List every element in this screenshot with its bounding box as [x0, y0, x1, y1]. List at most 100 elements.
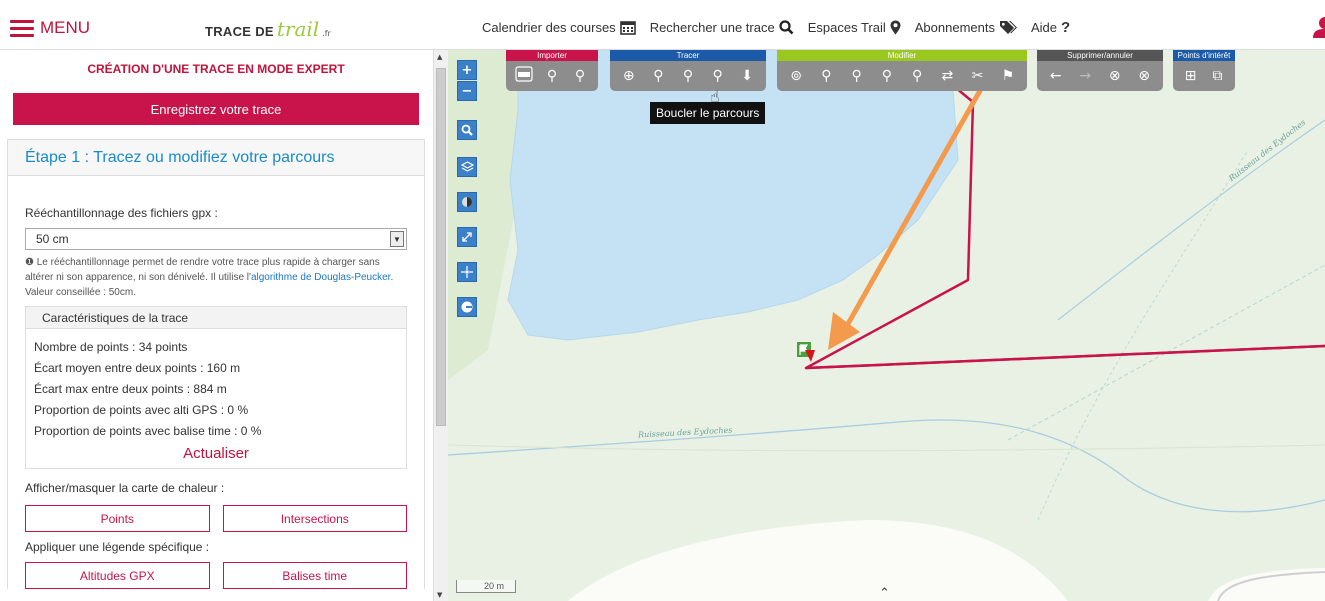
collapse-button[interactable] — [457, 297, 477, 317]
menu-button[interactable]: MENU — [10, 18, 90, 38]
loop-tooltip: Boucler le parcours — [650, 102, 766, 124]
stat-max-gap: Écart max entre deux points : 884 m — [34, 382, 227, 396]
loop-route-icon[interactable]: ⚲ — [707, 68, 729, 84]
zoom-out-button[interactable]: − — [457, 81, 477, 101]
toolbar-modifier: Modifier ⊚ ⚲ ⚲ ⚲ ⚲ ⇄ ✂ ⚑ — [777, 50, 1027, 91]
import-pins-icon[interactable]: ⚲ — [541, 68, 563, 84]
toolbar-tracer: Tracer ⊕ ⚲ ⚲ ⚲ ⬇ — [610, 50, 766, 91]
map-canvas[interactable]: Ruisseau des Eydoches Ruisseau des Eydoc… — [448, 50, 1325, 601]
chevron-down-icon: ▼ — [390, 231, 404, 247]
nav-rechercher-label: Rechercher une trace — [649, 20, 775, 35]
map-scale: 20 m — [456, 580, 516, 593]
zoom-in-button[interactable]: + — [457, 60, 477, 80]
poi-edit-icon[interactable]: ⧉ — [1207, 68, 1229, 84]
search-icon — [461, 124, 473, 136]
site-logo[interactable]: TRACE DE trail .fr — [205, 17, 331, 41]
refresh-link[interactable]: Actualiser — [34, 442, 398, 464]
edit-6-icon[interactable]: ⇄ — [936, 68, 958, 84]
save-trace-button[interactable]: Enregistrez votre trace — [13, 93, 419, 125]
edit-8-icon[interactable]: ⚑ — [997, 68, 1019, 84]
chevron-up-double-icon[interactable]: ⌃ — [879, 586, 890, 601]
delete-pins-icon[interactable]: ⊗ — [1104, 68, 1126, 84]
poi-add-icon[interactable]: ⊞ — [1180, 68, 1202, 84]
toolbar-poi-title: Points d'intérêt — [1173, 50, 1235, 61]
legend-time-button[interactable]: Balises time — [222, 562, 407, 589]
undo-icon[interactable]: ← — [1045, 68, 1067, 84]
help-icon: ? — [1061, 19, 1071, 36]
legend-altitudes-button[interactable]: Altitudes GPX — [25, 562, 210, 589]
nav-abonnements[interactable]: Abonnements — [915, 20, 1017, 35]
start-flag-icon[interactable] — [797, 342, 815, 362]
stat-points-count: Nombre de points : 34 points — [34, 340, 188, 354]
nav-calendrier-label: Calendrier des courses — [482, 20, 616, 35]
draw-route-icon[interactable]: ⚲ — [677, 68, 699, 84]
fullscreen-icon — [462, 232, 472, 242]
draw-pins-icon[interactable]: ⚲ — [647, 68, 669, 84]
relief-button[interactable] — [457, 192, 477, 212]
main-nav: Calendrier des courses Rechercher une tr… — [482, 19, 1070, 36]
location-pin-icon — [890, 20, 901, 35]
search-icon — [779, 20, 794, 35]
resample-value: 50 cm — [36, 232, 69, 246]
relief-icon — [462, 197, 472, 207]
import-gpx-icon[interactable] — [513, 66, 535, 86]
logo-tld: .fr — [322, 29, 331, 38]
toolbar-poi: Points d'intérêt ⊞ ⧉ — [1173, 50, 1235, 91]
toolbar-tracer-title: Tracer — [610, 50, 766, 61]
sidebar-scrollbar[interactable]: ▲ ▼ — [433, 50, 448, 601]
center-map-button[interactable] — [457, 262, 477, 282]
layers-icon — [460, 161, 474, 172]
download-icon[interactable]: ⬇ — [736, 68, 758, 84]
delete-pins-2-icon[interactable]: ⊗ — [1133, 68, 1155, 84]
menu-label: MENU — [40, 18, 91, 37]
calendar-icon — [619, 21, 636, 35]
nav-espaces-label: Espaces Trail — [807, 20, 886, 35]
edit-7-icon[interactable]: ✂ — [967, 68, 989, 84]
edit-5-icon[interactable]: ⚲ — [906, 68, 928, 84]
resample-note: ❶ Le rééchantillonnage permet de rendre … — [25, 255, 407, 300]
resample-select[interactable]: 50 cm ▼ — [25, 228, 407, 250]
edit-2-icon[interactable]: ⚲ — [815, 68, 837, 84]
toolbar-importer: Importer ⚲ ⚲ — [506, 50, 598, 91]
user-icon[interactable] — [1313, 16, 1325, 38]
toolbar-importer-title: Importer — [506, 50, 598, 61]
scroll-up-arrow-icon[interactable]: ▲ — [437, 53, 442, 61]
tags-icon — [999, 21, 1017, 34]
hand-cursor-icon: ☝ — [710, 87, 720, 106]
edit-1-icon[interactable]: ⊚ — [785, 68, 807, 84]
nav-calendrier[interactable]: Calendrier des courses — [482, 20, 636, 35]
step-1-title[interactable]: Étape 1 : Tracez ou modifiez votre parco… — [8, 140, 424, 176]
nav-abonnements-label: Abonnements — [914, 20, 995, 35]
editor-sidebar: CRÉATION D'UNE TRACE EN MODE EXPERT Enre… — [0, 50, 432, 601]
nav-espaces-trail[interactable]: Espaces Trail — [808, 20, 901, 35]
heatmap-intersections-button[interactable]: Intersections — [222, 505, 407, 532]
page-title: CRÉATION D'UNE TRACE EN MODE EXPERT — [87, 62, 345, 76]
stat-gps-alti: Proportion de points avec alti GPS : 0 % — [34, 403, 249, 417]
toolbar-modifier-title: Modifier — [777, 50, 1027, 61]
nav-aide[interactable]: Aide ? — [1031, 19, 1070, 36]
hamburger-icon — [10, 19, 34, 37]
legend-label: Appliquer une légende spécifique : — [25, 540, 210, 554]
scroll-down-arrow-icon[interactable]: ▼ — [437, 591, 442, 599]
characteristics-title: Caractéristiques de la trace — [26, 307, 406, 329]
fullscreen-button[interactable] — [457, 227, 477, 247]
edit-4-icon[interactable]: ⚲ — [876, 68, 898, 84]
toolbar-supprimer: Supprimer/annuler ← → ⊗ ⊗ — [1037, 50, 1163, 91]
import-pins-2-icon[interactable]: ⚲ — [569, 68, 591, 84]
nav-aide-label: Aide — [1030, 20, 1058, 35]
stat-time-tag: Proportion de points avec balise time : … — [34, 424, 262, 438]
stat-mean-gap: Écart moyen entre deux points : 160 m — [34, 361, 241, 375]
add-point-icon[interactable]: ⊕ — [618, 68, 640, 84]
map-search-button[interactable] — [457, 120, 477, 140]
nav-rechercher[interactable]: Rechercher une trace — [650, 20, 794, 35]
redo-icon[interactable]: → — [1074, 68, 1096, 84]
resample-label: Rééchantillonnage des fichiers gpx : — [25, 206, 218, 220]
edit-3-icon[interactable]: ⚲ — [846, 68, 868, 84]
logo-script-text: trail — [276, 17, 320, 41]
layers-button[interactable] — [457, 157, 477, 177]
minus-circle-icon — [461, 301, 473, 313]
douglas-peucker-link[interactable]: algorithme de Douglas-Peucker — [251, 272, 391, 283]
scroll-thumb[interactable] — [436, 68, 446, 426]
heatmap-points-button[interactable]: Points — [25, 505, 210, 532]
toolbar-supprimer-title: Supprimer/annuler — [1037, 50, 1163, 61]
